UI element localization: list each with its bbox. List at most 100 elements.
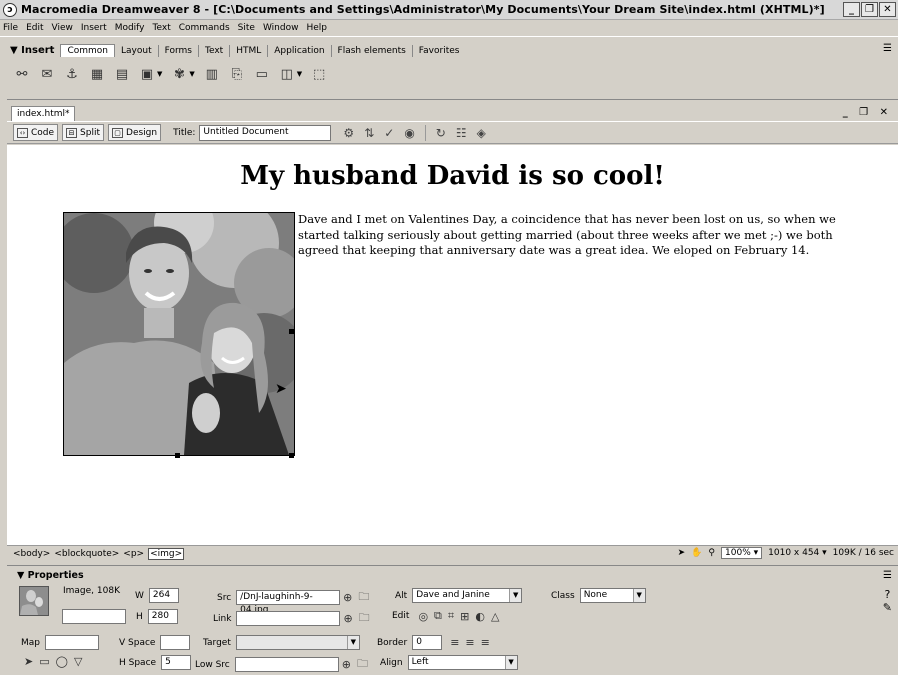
help-icon[interactable]: ? <box>883 588 892 601</box>
email-link-icon[interactable]: ✉ <box>39 66 55 82</box>
vspace-input[interactable] <box>160 635 191 650</box>
preview-browser-icon[interactable]: ◉ <box>404 126 414 140</box>
properties-options-icon[interactable]: ☰ <box>883 570 892 581</box>
document-window-controls[interactable]: _ ❐ ✕ <box>843 107 892 118</box>
minimize-button[interactable]: _ <box>843 2 860 17</box>
code-view-button[interactable]: ‹› Code <box>13 124 59 141</box>
zoom-select[interactable]: 100% ▾ <box>721 547 763 559</box>
named-anchor-icon[interactable]: ⚓ <box>64 66 80 82</box>
oval-hotspot-icon[interactable]: ◯ <box>56 655 68 668</box>
tab-flash-elements[interactable]: Flash elements <box>332 44 413 57</box>
align-right-icon[interactable]: ≡ <box>481 636 490 649</box>
menu-modify[interactable]: Modify <box>115 23 145 33</box>
resize-handle-corner[interactable] <box>289 453 294 458</box>
align-left-icon[interactable]: ≡ <box>450 636 459 649</box>
align-center-icon[interactable]: ≡ <box>465 636 474 649</box>
tab-common[interactable]: Common <box>60 44 116 57</box>
image-name-input[interactable] <box>62 609 126 624</box>
crop-icon[interactable]: ⌗ <box>448 609 454 623</box>
comment-icon[interactable]: ▭ <box>254 66 270 82</box>
hspace-input[interactable]: 5 <box>161 655 192 670</box>
tag-p[interactable]: <p> <box>123 549 144 559</box>
couple-photo[interactable] <box>63 212 295 456</box>
table-icon[interactable]: ▦ <box>89 66 105 82</box>
menu-window[interactable]: Window <box>263 23 299 33</box>
map-input[interactable] <box>45 635 99 650</box>
rect-hotspot-icon[interactable]: ▭ <box>39 655 49 668</box>
menu-insert[interactable]: Insert <box>81 23 107 33</box>
tag-body[interactable]: <body> <box>13 549 50 559</box>
tab-favorites[interactable]: Favorites <box>413 45 466 57</box>
validate-icon[interactable]: ✓ <box>384 126 394 140</box>
menu-view[interactable]: View <box>52 23 73 33</box>
quick-tag-editor-icon[interactable]: ✎ <box>883 601 892 614</box>
tab-application[interactable]: Application <box>268 44 332 57</box>
panel-options-icon[interactable]: ☰ <box>883 43 892 54</box>
date-icon[interactable]: ▥ <box>204 66 220 82</box>
hyperlink-icon[interactable]: ⚯ <box>14 66 30 82</box>
edit-fireworks-icon[interactable]: ◎ <box>418 610 428 623</box>
lowsrc-point-to-file-icon[interactable]: ⊕ <box>342 658 351 671</box>
refresh-icon[interactable]: ↻ <box>436 126 446 140</box>
tag-chooser-icon[interactable]: ⬚ <box>311 66 327 82</box>
menu-text[interactable]: Text <box>153 23 171 33</box>
window-size-select[interactable]: 1010 x 454 ▾ <box>768 548 827 558</box>
height-input[interactable]: 280 <box>147 609 178 624</box>
link-input[interactable] <box>236 611 341 626</box>
tag-blockquote[interactable]: <blockquote> <box>54 549 119 559</box>
browse-folder-icon[interactable]: 🗀 <box>358 588 369 607</box>
resample-icon[interactable]: ⊞ <box>460 610 469 623</box>
close-button[interactable]: ✕ <box>879 2 896 17</box>
media-icon[interactable]: ✾ <box>171 66 187 82</box>
lowsrc-input[interactable] <box>234 657 339 672</box>
design-view-button[interactable]: ▢ Design <box>108 124 162 141</box>
width-input[interactable]: 264 <box>148 588 179 603</box>
sharpen-icon[interactable]: △ <box>491 610 499 623</box>
media-dropdown-icon[interactable]: ▼ <box>189 70 194 78</box>
tab-layout[interactable]: Layout <box>115 44 159 57</box>
class-select[interactable]: None ▼ <box>579 588 646 603</box>
brightness-contrast-icon[interactable]: ◐ <box>475 610 485 623</box>
link-browse-folder-icon[interactable]: 🗀 <box>359 609 370 628</box>
target-select[interactable]: ▼ <box>235 635 360 650</box>
document-tab[interactable]: index.html* <box>11 106 76 121</box>
optimize-icon[interactable]: ⧉ <box>434 609 442 623</box>
link-point-to-file-icon[interactable]: ⊕ <box>343 612 352 625</box>
images-dropdown-icon[interactable]: ▼ <box>157 70 162 78</box>
resize-handle-bottom[interactable] <box>175 453 180 458</box>
polygon-hotspot-icon[interactable]: ▽ <box>74 655 82 668</box>
file-management-icon[interactable]: ⇅ <box>364 126 374 140</box>
border-input[interactable]: 0 <box>412 635 443 650</box>
insert-panel-label[interactable]: ▼ Insert <box>10 45 54 56</box>
tag-img[interactable]: <img> <box>148 548 185 560</box>
menu-site[interactable]: Site <box>238 23 255 33</box>
menu-file[interactable]: File <box>3 23 18 33</box>
hand-tool-icon[interactable]: ✋ <box>691 548 702 558</box>
menu-help[interactable]: Help <box>306 23 327 33</box>
align-select[interactable]: Left ▼ <box>407 655 518 670</box>
src-input[interactable]: /DnJ-laughinh-9-04.jpg <box>236 590 341 615</box>
tab-html[interactable]: HTML <box>230 44 269 57</box>
lowsrc-browse-folder-icon[interactable]: 🗀 <box>357 655 368 674</box>
page-title-input[interactable]: Untitled Document <box>199 124 332 141</box>
tab-forms[interactable]: Forms <box>159 44 199 57</box>
no-browser-check-errors-icon[interactable]: ⚙ <box>343 126 354 140</box>
visual-aids-icon[interactable]: ◈ <box>477 126 486 140</box>
restore-button[interactable]: ❐ <box>861 2 878 17</box>
pointer-hotspot-icon[interactable]: ➤ <box>24 655 33 668</box>
properties-header[interactable]: ▼ Properties <box>17 570 84 581</box>
tab-text[interactable]: Text <box>199 44 231 57</box>
images-icon[interactable]: ▣ <box>139 66 155 82</box>
menu-commands[interactable]: Commands <box>179 23 230 33</box>
select-tool-icon[interactable]: ➤ <box>678 548 686 558</box>
resize-handle-right[interactable] <box>289 329 294 334</box>
design-view-canvas[interactable]: My husband David is so cool! ➤ Dave and … <box>7 145 898 545</box>
split-view-button[interactable]: ⊟ Split <box>62 124 105 141</box>
zoom-tool-icon[interactable]: ⚲ <box>708 548 715 558</box>
server-side-include-icon[interactable]: ⎘ <box>229 66 245 82</box>
alt-select[interactable]: Dave and Janine ▼ <box>412 588 523 603</box>
layer-icon[interactable]: ▤ <box>114 66 130 82</box>
point-to-file-icon[interactable]: ⊕ <box>343 591 352 604</box>
view-options-icon[interactable]: ☷ <box>456 126 467 140</box>
templates-dropdown-icon[interactable]: ▼ <box>297 70 302 78</box>
